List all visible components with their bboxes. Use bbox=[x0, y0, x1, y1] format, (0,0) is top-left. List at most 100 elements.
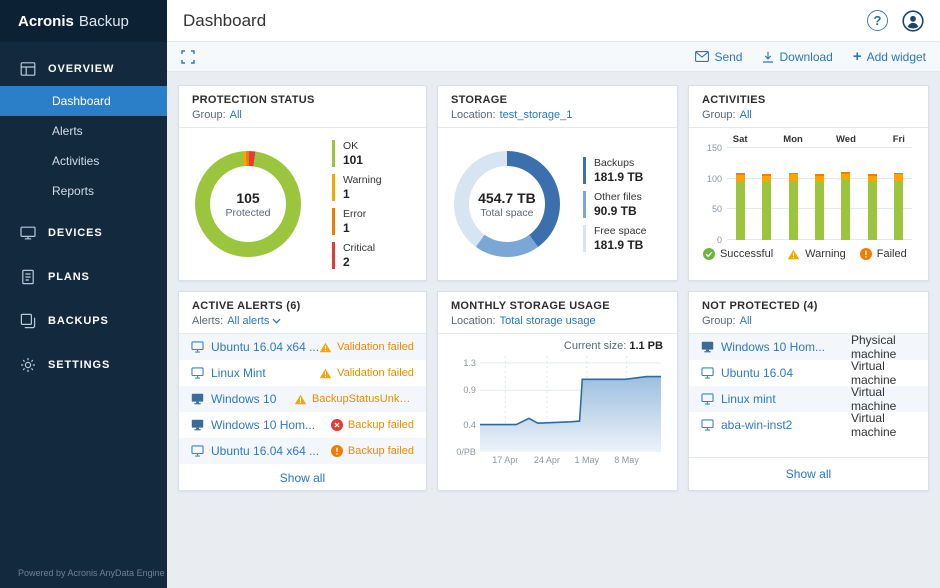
legend-item: Other files90.9 TB bbox=[583, 191, 661, 218]
alert-machine-link[interactable]: Linux Mint bbox=[211, 366, 266, 380]
widget-title: MONTHLY STORAGE USAGE bbox=[451, 300, 664, 312]
alert-row[interactable]: Ubuntu 16.04 x64 ...Validation failed bbox=[179, 334, 426, 360]
protection-group-filter[interactable]: All bbox=[230, 109, 242, 121]
activities-bar-chart: SatMonWedFri150100500 bbox=[701, 134, 916, 240]
alerts-show-all-link[interactable]: Show all bbox=[280, 471, 325, 485]
vm-icon bbox=[191, 341, 204, 353]
not-protected-row[interactable]: aba-win-inst2 Virtual machine bbox=[689, 412, 928, 438]
not-protected-show-all-link[interactable]: Show all bbox=[786, 467, 831, 481]
widget-title: PROTECTION STATUS bbox=[192, 94, 413, 106]
activities-legend: SuccessfulWarningFailed bbox=[703, 248, 916, 260]
failed-icon bbox=[331, 445, 343, 457]
widget-storage: STORAGE Location: test_storage_1 454.7 T… bbox=[437, 85, 678, 281]
day-label: Fri bbox=[886, 134, 912, 148]
day-label bbox=[859, 134, 885, 148]
alert-machine-link[interactable]: Ubuntu 16.04 x64 ... bbox=[211, 340, 319, 354]
sidebar-item-plans[interactable]: PLANS bbox=[0, 260, 167, 294]
machine-link[interactable]: Linux mint bbox=[721, 392, 776, 406]
widget-toolbar: Send Download + Add widget bbox=[167, 42, 940, 72]
alert-machine-link[interactable]: Windows 10 bbox=[211, 392, 276, 406]
machine-icon bbox=[191, 393, 204, 405]
activities-bar bbox=[806, 148, 832, 240]
line-chart-x-axis: 17 Apr24 Apr1 May8 May bbox=[480, 452, 661, 466]
send-button[interactable]: Send bbox=[695, 50, 742, 64]
machine-link[interactable]: Windows 10 Hom... bbox=[721, 340, 825, 354]
alert-row[interactable]: Ubuntu 16.04 x64 ...Backup failed bbox=[179, 438, 426, 464]
alert-machine-link[interactable]: Ubuntu 16.04 x64 ... bbox=[211, 444, 319, 458]
not-protected-row[interactable]: Linux mintVirtual machine bbox=[689, 386, 928, 412]
failed-icon bbox=[860, 248, 872, 260]
protection-donut-chart: 105 Protected bbox=[195, 151, 301, 257]
sidebar-item-reports[interactable]: Reports bbox=[0, 176, 167, 206]
storage-location-filter[interactable]: test_storage_1 bbox=[500, 109, 573, 121]
sidebar-item-activities[interactable]: Activities bbox=[0, 146, 167, 176]
sidebar-item-settings[interactable]: SETTINGS bbox=[0, 348, 167, 382]
not-protected-row[interactable]: Ubuntu 16.04 Virtual machine bbox=[689, 360, 928, 386]
warning-icon bbox=[787, 249, 800, 260]
fullscreen-icon[interactable] bbox=[181, 50, 195, 64]
widget-title: NOT PROTECTED (4) bbox=[702, 300, 915, 312]
sidebar-item-label: BACKUPS bbox=[48, 315, 109, 327]
page-title: Dashboard bbox=[183, 11, 266, 31]
activities-bar bbox=[859, 148, 885, 240]
day-label bbox=[806, 134, 832, 148]
sidebar-item-label: Dashboard bbox=[52, 94, 111, 108]
sidebar-item-label: SETTINGS bbox=[48, 359, 110, 371]
sidebar-item-label: Reports bbox=[52, 184, 94, 198]
success-icon bbox=[703, 248, 715, 260]
machine-link[interactable]: Ubuntu 16.04 bbox=[721, 366, 793, 380]
help-icon[interactable]: ? bbox=[867, 10, 888, 31]
add-widget-button[interactable]: + Add widget bbox=[853, 50, 926, 64]
alerts-filter-dropdown[interactable]: All alerts bbox=[227, 315, 281, 327]
machine-link[interactable]: aba-win-inst2 bbox=[721, 418, 792, 432]
top-bar: Dashboard ? bbox=[167, 0, 940, 42]
account-icon[interactable] bbox=[902, 10, 924, 32]
sidebar-item-label: Activities bbox=[52, 154, 99, 168]
activities-bar bbox=[886, 148, 912, 240]
logo-product: Backup bbox=[79, 13, 129, 30]
storage-donut-chart: 454.7 TB Total space bbox=[454, 151, 560, 257]
activities-bar bbox=[780, 148, 806, 240]
sidebar-item-overview[interactable]: OVERVIEW bbox=[0, 52, 167, 86]
sidebar-item-dashboard[interactable]: Dashboard bbox=[0, 86, 167, 116]
machine-icon bbox=[191, 419, 204, 431]
monthly-location-filter[interactable]: Total storage usage bbox=[500, 315, 596, 327]
activities-bar bbox=[833, 148, 859, 240]
legend-item: Backups181.9 TB bbox=[583, 157, 661, 184]
app-logo[interactable]: Acronis Backup bbox=[0, 0, 167, 42]
filter-label: Location: bbox=[451, 315, 496, 327]
activities-group-filter[interactable]: All bbox=[740, 109, 752, 121]
current-size-value: 1.1 PB bbox=[629, 340, 663, 352]
y-axis-label: 0.4 bbox=[450, 420, 476, 430]
powered-by-text: Powered by Acronis AnyData Engine bbox=[18, 568, 165, 578]
download-button[interactable]: Download bbox=[762, 50, 832, 64]
alert-row[interactable]: Windows 10 Hom...Backup failed bbox=[179, 412, 426, 438]
alerts-list: Ubuntu 16.04 x64 ...Validation failedLin… bbox=[179, 334, 426, 464]
sidebar-item-backups[interactable]: BACKUPS bbox=[0, 304, 167, 338]
widget-protection-status: PROTECTION STATUS Group: All 105 Protect… bbox=[178, 85, 427, 281]
day-label bbox=[753, 134, 779, 148]
activities-legend-success: Successful bbox=[703, 248, 773, 260]
machine-type: Virtual machine bbox=[851, 359, 916, 387]
y-axis-label: 0.9 bbox=[450, 385, 476, 395]
activities-legend-failed: Failed bbox=[860, 248, 907, 260]
sidebar-item-devices[interactable]: DEVICES bbox=[0, 216, 167, 250]
backups-icon bbox=[20, 313, 36, 329]
not-protected-row[interactable]: Windows 10 Hom...Physical machine bbox=[689, 334, 928, 360]
vm-icon bbox=[701, 393, 714, 405]
alert-row[interactable]: Linux MintValidation failed bbox=[179, 360, 426, 386]
alert-row[interactable]: Windows 10BackupStatusUnkno... bbox=[179, 386, 426, 412]
warning-icon bbox=[294, 394, 307, 405]
warning-icon bbox=[319, 368, 332, 379]
alert-machine-link[interactable]: Windows 10 Hom... bbox=[211, 418, 315, 432]
day-label: Sat bbox=[727, 134, 753, 148]
widget-title: STORAGE bbox=[451, 94, 664, 106]
machine-type: Virtual machine bbox=[851, 411, 916, 439]
not-protected-list: Windows 10 Hom...Physical machineUbuntu … bbox=[689, 334, 928, 438]
widget-activities: ACTIVITIES Group: All SatMonWedFri150100… bbox=[688, 85, 929, 281]
machine-icon bbox=[701, 341, 714, 353]
not-protected-group-filter[interactable]: All bbox=[740, 315, 752, 327]
legend-item: Critical2 bbox=[332, 242, 410, 269]
sidebar-item-alerts[interactable]: Alerts bbox=[0, 116, 167, 146]
day-label: Wed bbox=[833, 134, 859, 148]
